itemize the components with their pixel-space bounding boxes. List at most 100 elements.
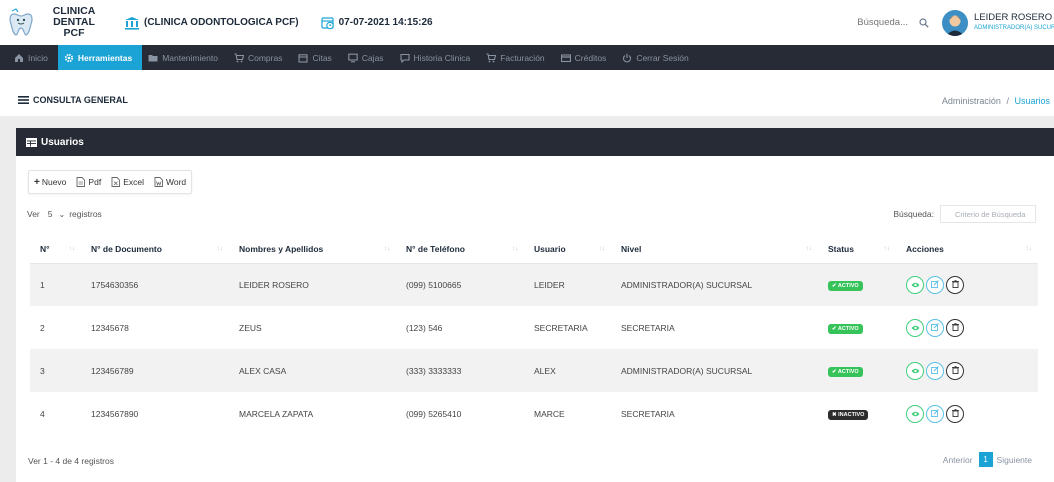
cell-actions (896, 306, 1038, 349)
eye-icon (911, 366, 920, 376)
edit-icon (931, 322, 939, 333)
nav-item-cajas[interactable]: Cajas (342, 45, 394, 70)
chat-icon (399, 53, 410, 63)
nav-item-compras[interactable]: Compras (228, 45, 292, 70)
cell-status: ✔ ACTIVO (818, 349, 896, 392)
column-header-name[interactable]: Nombres y Apellidos ↑↓ (229, 235, 396, 264)
column-header-phone[interactable]: N° de Teléfono ↑↓ (396, 235, 524, 264)
avatar[interactable] (942, 9, 968, 36)
nav-item-inicio[interactable]: Inicio (8, 45, 58, 70)
cell-name: LEIDER ROSERO (229, 263, 396, 306)
cell-status: ✔ ACTIVO (818, 306, 896, 349)
table-row: 4 1234567890 MARCELA ZAPATA (099) 526541… (30, 392, 1038, 435)
logo-line1: CLINICA DENTAL (52, 5, 96, 28)
monitor-icon (348, 53, 358, 63)
nav-item-label: Compras (247, 52, 283, 63)
edit-button[interactable] (926, 318, 944, 337)
word-button[interactable]: Word (149, 171, 191, 193)
nav-item-cerrar-sesion[interactable]: Cerrar Sesión (616, 45, 698, 70)
page-title: CONSULTA GENERAL (18, 95, 128, 105)
table-search-input[interactable]: Criterio de Búsqueda (940, 205, 1036, 223)
page-number-button[interactable]: 1 (978, 452, 993, 467)
cell-actions (896, 349, 1038, 392)
cell-user: MARCE (534, 408, 565, 419)
search-icon[interactable] (914, 13, 934, 33)
pdf-button[interactable]: Pdf (71, 171, 106, 193)
cell-actions (896, 263, 1038, 306)
sort-icon: ↑↓ (216, 245, 224, 252)
nav-item-label: Créditos (574, 52, 607, 63)
edit-button[interactable] (926, 361, 944, 380)
logo-line2: PCF (63, 27, 85, 39)
column-header-number[interactable]: N° ↑↓ (30, 235, 81, 264)
nav-item-label: Historia Clinica (413, 52, 471, 63)
bank-icon (124, 16, 140, 30)
edit-button[interactable] (926, 275, 944, 294)
nav-item-facturacion[interactable]: Facturación (480, 45, 554, 70)
power-icon (622, 53, 632, 63)
next-page-button[interactable]: Siguiente (997, 455, 1032, 465)
records-label: registros (69, 209, 102, 219)
cell-level: ADMINISTRADOR(A) SUCURSAL (611, 263, 818, 306)
cell-user: LEIDER (524, 263, 611, 306)
user-info[interactable]: LEIDER ROSERO ADMINISTRADOR(A) SUCURSAL (974, 12, 1054, 34)
delete-button[interactable] (946, 361, 964, 380)
column-header-status[interactable]: Status ↑↓ (818, 235, 896, 264)
export-toolbar: + Nuevo Pdf Excel Word (28, 170, 193, 194)
column-header-user[interactable]: Usuario ↑↓ (524, 235, 611, 264)
cell-number: 2 (40, 322, 45, 333)
edit-icon (931, 408, 939, 419)
edit-button[interactable] (926, 404, 944, 423)
eye-icon (911, 280, 920, 290)
view-button[interactable] (906, 361, 924, 380)
users-table: N° ↑↓ N° de Documento ↑↓ Nombres y Apellid… (30, 235, 1038, 435)
view-button[interactable] (906, 275, 924, 294)
excel-button[interactable]: Excel (106, 171, 149, 193)
sort-icon: ↑↓ (511, 245, 519, 252)
breadcrumb-separator: / (1006, 96, 1009, 106)
view-button[interactable] (906, 318, 924, 337)
cart-icon (486, 52, 497, 63)
panel-title: Usuarios (41, 136, 84, 148)
breadcrumb-parent[interactable]: Administración (942, 96, 1001, 106)
pagination: Anterior 1 Siguiente (943, 452, 1032, 467)
prev-page-button[interactable]: Anterior (943, 455, 973, 465)
cell-document: 1234567890 (91, 408, 139, 419)
cell-document: 1754630356 (81, 263, 229, 306)
logo[interactable]: CLINICA DENTAL PCF (0, 0, 108, 45)
nav-item-label: Cajas (361, 52, 384, 63)
page-length-control: Ver 5 ⌄ registros (27, 209, 102, 219)
cell-document: 12345678 (91, 322, 129, 333)
trash-icon (951, 365, 959, 376)
new-button[interactable]: + Nuevo (29, 171, 71, 193)
column-header-actions[interactable]: Acciones ↑↓ (896, 235, 1038, 264)
breadcrumb-current: Usuarios (1014, 96, 1050, 106)
nav-item-herramientas[interactable]: Herramientas (57, 45, 143, 70)
nav-item-historia-clinica[interactable]: Historia Clinica (394, 45, 481, 70)
column-header-level[interactable]: Nivel ↑↓ (611, 235, 818, 264)
delete-button[interactable] (946, 404, 964, 423)
nav-item-label: Mantenimiento (162, 52, 218, 63)
page-size-select[interactable]: 5 ⌄ (48, 209, 65, 219)
panel-body: + Nuevo Pdf Excel Word Ver 5 ⌄ registros… (16, 156, 1054, 482)
cell-phone: (123) 546 (406, 322, 443, 333)
table-search: Búsqueda: Criterio de Búsqueda (893, 205, 1036, 223)
word-file-icon (154, 177, 163, 187)
search-label: Búsqueda: (893, 209, 934, 219)
view-button[interactable] (906, 404, 924, 423)
delete-button[interactable] (946, 275, 964, 294)
cell-phone: (099) 5100665 (396, 263, 524, 306)
header-search-input[interactable] (826, 11, 914, 34)
column-header-document[interactable]: N° de Documento ↑↓ (81, 235, 229, 264)
pdf-file-icon (76, 177, 86, 187)
nav-item-label: Citas (312, 52, 332, 63)
top-header: CLINICA DENTAL PCF (CLINICA ODONTOLOGICA… (0, 0, 1054, 45)
page-size-value: 5 (47, 209, 53, 219)
nav-item-mantenimiento[interactable]: Mantenimiento (142, 45, 228, 70)
nav-item-creditos[interactable]: Créditos (555, 45, 617, 70)
user-role: ADMINISTRADOR(A) SUCURSAL (974, 24, 1054, 31)
folder-icon (148, 53, 158, 63)
delete-button[interactable] (946, 318, 964, 337)
cell-phone: (333) 3333333 (396, 349, 524, 392)
nav-item-citas[interactable]: Citas (292, 45, 341, 70)
